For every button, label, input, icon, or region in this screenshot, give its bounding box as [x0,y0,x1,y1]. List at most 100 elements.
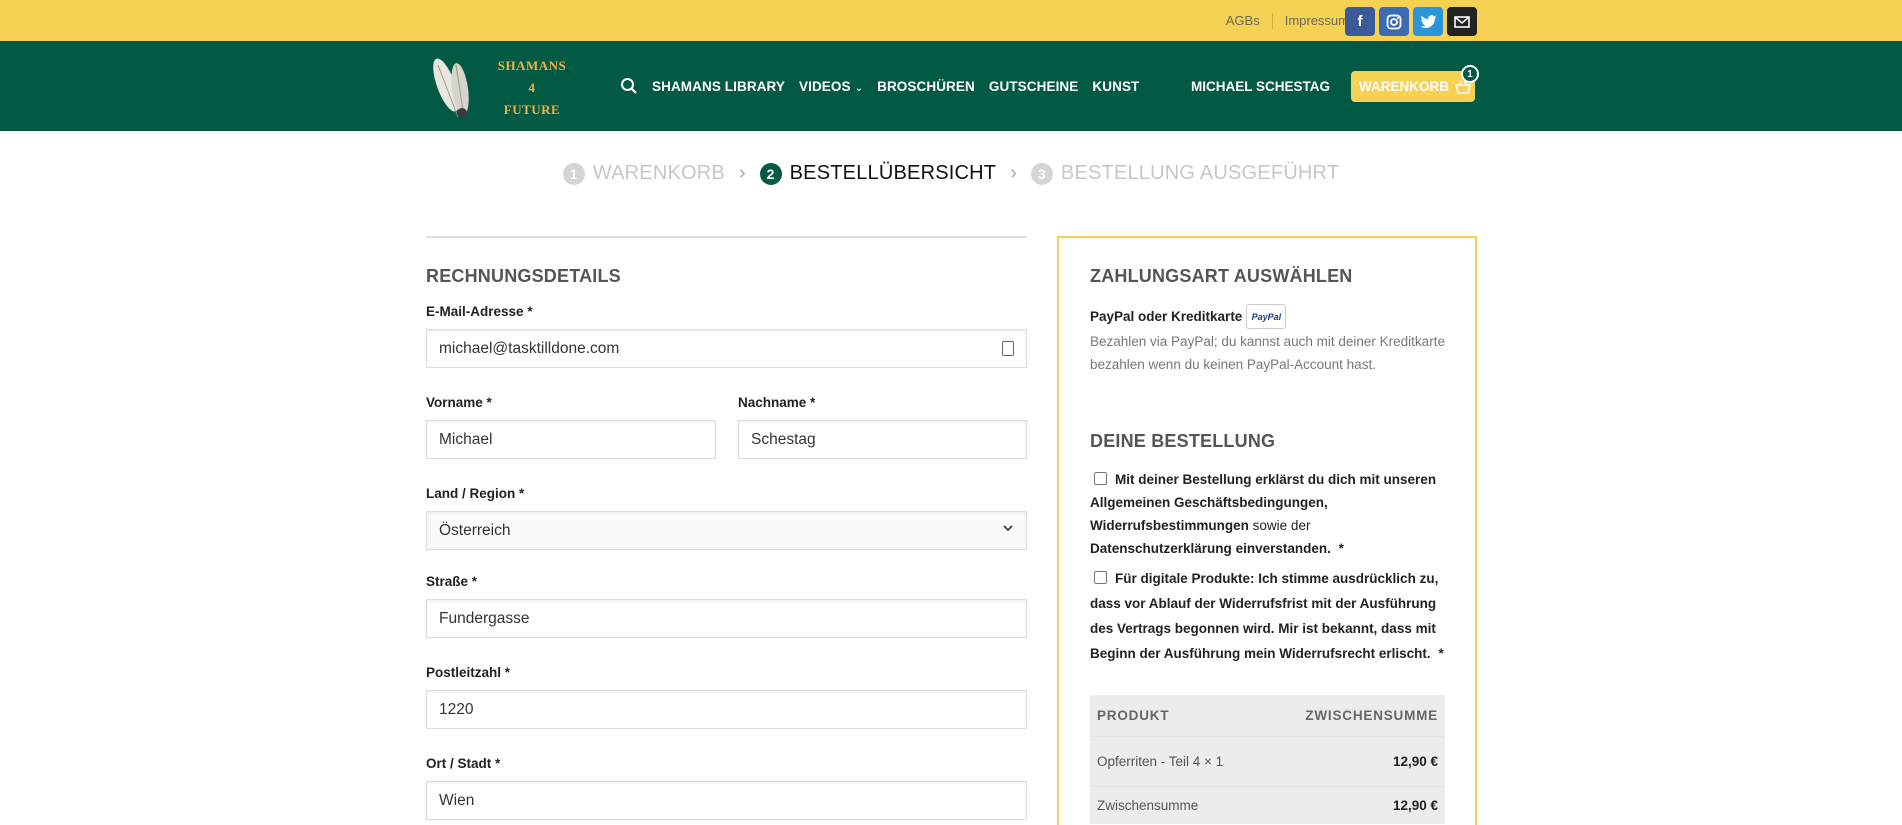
search-icon[interactable] [620,77,638,95]
payment-method-label: PayPal oder Kreditkarte [1090,309,1243,324]
logo-line: FUTURE [503,102,561,117]
main-header: SHAMANS 4 FUTURE SHAMANS LIBRARY VIDEOS ⌄… [0,41,1902,131]
order-title: DEINE BESTELLUNG [1090,431,1276,451]
step-label: WARENKORB [592,162,725,184]
label-text: Nachname [738,395,807,410]
main-nav: SHAMANS LIBRARY VIDEOS ⌄ BROSCHÜREN GUTSC… [620,41,1153,131]
logo-text[interactable]: SHAMANS 4 FUTURE [492,55,572,121]
feather-logo-icon [433,58,469,118]
agbs-link[interactable]: AGBs [1226,13,1260,28]
table-row: Opferriten - Teil 4 × 1 12,90 € [1090,736,1445,786]
terms-checkbox[interactable] [1094,472,1107,485]
step-number: 3 [1030,162,1053,185]
column-header: ZWISCHENSUMME [1305,708,1438,723]
terms-text: einverstanden. [1235,541,1331,556]
step-cart[interactable]: 1 WARENKORB [562,162,725,185]
label-text: Ort / Stadt [426,756,492,771]
table-header: PRODUKT ZWISCHENSUMME [1090,695,1445,736]
product-name: Opferriten - Teil 4 × 1 [1097,754,1224,769]
street-value: Fundergasse [439,609,530,627]
instagram-icon[interactable] [1379,7,1409,36]
step-number: 1 [562,162,585,185]
email-field[interactable]: michael@tasktilldone.com [426,329,1027,368]
label-text: Postleitzahl [426,665,502,680]
city-value: Wien [439,791,475,809]
lastname-label: Nachname * [738,395,815,410]
account-link[interactable]: MICHAEL SCHESTAG [1191,41,1330,131]
firstname-label: Vorname * [426,395,492,410]
required-mark: * [810,395,816,410]
payment-description: Bezahlen via PayPal; du kannst auch mit … [1090,334,1445,372]
subtotal-label: Zwischensumme [1097,798,1199,813]
step-order-overview: 2 BESTELLÜBERSICHT [759,162,997,185]
street-label: Straße * [426,574,477,589]
top-links: AGBs Impressum [1226,0,1349,41]
paypal-logo-icon: PayPal [1246,304,1287,329]
cart-button[interactable]: WARENKORB 1 [1351,65,1479,102]
billing-title: RECHNUNGSDETAILS [426,266,621,286]
nav-videos[interactable]: VIDEOS ⌄ [799,79,863,94]
logo-line: SHAMANS [497,58,567,73]
billing-details: RECHNUNGSDETAILS [426,236,1027,287]
label-text: Land / Region [426,486,516,501]
required-mark: * [1338,541,1344,556]
autofill-icon[interactable] [1002,341,1014,356]
lastname-field[interactable]: Schestag [738,420,1027,459]
privacy-link[interactable]: Datenschutzerklärung [1090,541,1232,556]
country-value: Österreich [439,521,511,539]
table-row: Zwischensumme 12,90 € [1090,786,1445,824]
facebook-icon[interactable]: f [1345,7,1375,36]
nav-broschueren[interactable]: BROSCHÜREN [877,79,975,94]
cart-label: WARENKORB [1359,79,1449,94]
required-mark: * [1438,646,1444,661]
product-price: 12,90 € [1392,754,1438,769]
order-review-box: ZAHLUNGSART AUSWÄHLEN PayPal oder Kredit… [1057,236,1477,825]
required-mark: * [495,756,501,771]
label-text: Straße [426,574,469,589]
nav-videos-label: VIDEOS [799,78,851,94]
order-summary-table: PRODUKT ZWISCHENSUMME Opferriten - Teil … [1090,695,1445,824]
step-number: 2 [759,162,782,185]
country-select[interactable]: Österreich [426,511,1027,550]
email-label: E-Mail-Adresse * [426,304,533,319]
firstname-value: Michael [439,430,493,448]
chevron-down-icon: ⌄ [854,82,864,94]
top-bar: AGBs Impressum f [0,0,1902,41]
city-label: Ort / Stadt * [426,756,500,771]
step-label: BESTELLÜBERSICHT [789,162,997,184]
email-value: michael@tasktilldone.com [439,339,620,357]
impressum-link[interactable]: Impressum [1285,13,1349,28]
lastname-value: Schestag [751,430,816,448]
cart-count-badge: 1 [1461,65,1479,83]
zip-field[interactable]: 1220 [426,690,1027,729]
required-mark: * [504,665,511,680]
required-mark: * [519,486,525,501]
email-icon[interactable] [1447,7,1477,36]
step-label: BESTELLUNG AUSGEFÜHRT [1060,162,1340,184]
logo-line: 4 [528,80,536,95]
column-header: PRODUKT [1097,708,1170,723]
city-field[interactable]: Wien [426,781,1027,820]
divider [1271,12,1273,29]
required-mark: * [486,395,492,410]
digital-products-checkbox[interactable] [1094,571,1107,584]
street-field[interactable]: Fundergasse [426,599,1027,638]
digital-checkbox-row: Für digitale Produkte: Ich stimme ausdrü… [1090,566,1450,666]
required-mark: * [471,574,478,589]
nav-shamans-library[interactable]: SHAMANS LIBRARY [652,79,785,94]
payment-method-paypal[interactable]: PayPal oder Kreditkarte PayPal [1090,304,1287,329]
label-text: Vorname [426,395,483,410]
country-label: Land / Region * [426,486,524,501]
step-order-complete: 3 BESTELLUNG AUSGEFÜHRT [1030,162,1340,185]
digital-text: Für digitale Produkte: Ich stimme ausdrü… [1090,571,1439,661]
chevron-right-icon: › [738,162,746,184]
terms-checkbox-row: Mit deiner Bestellung erklärst du dich m… [1090,468,1450,560]
subtotal-value: 12,90 € [1392,798,1438,813]
twitter-icon[interactable] [1413,7,1443,36]
nav-gutscheine[interactable]: GUTSCHEINE [989,79,1079,94]
nav-kunst[interactable]: KUNST [1092,79,1139,94]
firstname-field[interactable]: Michael [426,420,716,459]
chevron-down-icon [1002,522,1014,537]
zip-label: Postleitzahl * [426,665,510,680]
payment-title: ZAHLUNGSART AUSWÄHLEN [1090,266,1353,286]
